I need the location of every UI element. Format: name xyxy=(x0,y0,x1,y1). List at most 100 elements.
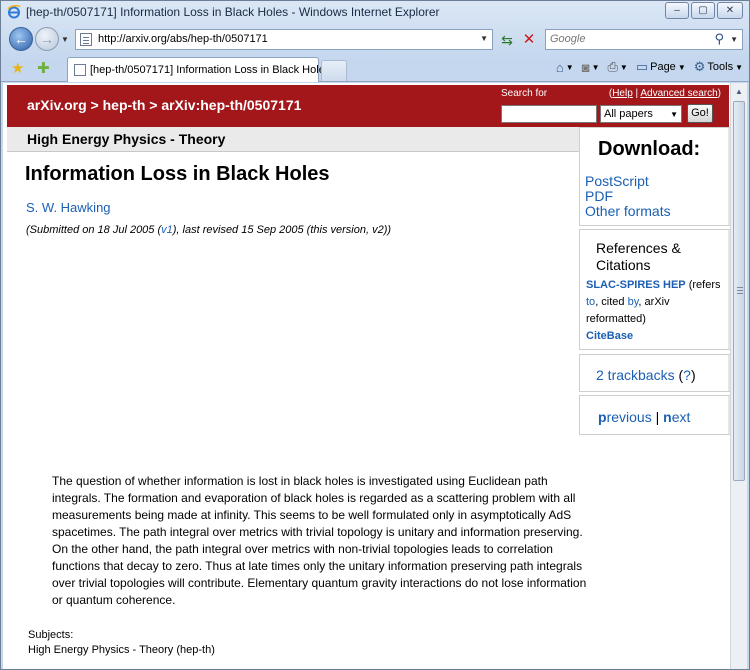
references-box: References & Citations SLAC-SPIRES HEP (… xyxy=(579,229,731,350)
browser-window: [hep-th/0507171] Information Loss in Bla… xyxy=(0,0,750,670)
submission-history: (Submitted on 18 Jul 2005 (v1), last rev… xyxy=(26,224,391,236)
rss-feed-icon: ◙ xyxy=(581,59,590,75)
trackbacks-box: 2 trackbacks (?) xyxy=(579,354,731,392)
address-input[interactable]: http://arxiv.org/abs/hep-th/0507171 xyxy=(98,33,268,45)
recent-pages-dropdown[interactable]: ▼ xyxy=(61,35,69,44)
home-button[interactable]: ⌂ ▼ xyxy=(556,60,574,75)
page-menu-label: Page xyxy=(650,61,676,73)
tab-row: ★ ✚ [hep-th/0507171] Information Loss in… xyxy=(1,55,749,82)
subject-bar: High Energy Physics - Theory xyxy=(7,127,579,152)
cited-text: , cited xyxy=(595,296,625,308)
chevron-down-icon: ▼ xyxy=(670,110,678,119)
breadcrumb[interactable]: arXiv.org > hep-th > arXiv:hep-th/050717… xyxy=(27,97,301,113)
trackbacks-link[interactable]: 2 trackbacks xyxy=(596,367,675,383)
address-row: ← → ▼ http://arxiv.org/abs/hep-th/050717… xyxy=(1,25,749,53)
page-icon xyxy=(80,33,92,46)
subject-heading: High Energy Physics - Theory xyxy=(27,131,226,147)
subjects-value: High Energy Physics - Theory (hep-th) xyxy=(28,644,215,656)
chevron-down-icon: ▼ xyxy=(677,62,686,72)
chevron-down-icon: ▼ xyxy=(619,62,628,72)
vertical-scrollbar[interactable]: ▲ xyxy=(730,83,747,669)
search-scope-value: All papers xyxy=(604,108,653,120)
next-accesskey: n xyxy=(663,409,672,425)
forward-arrow-icon: → xyxy=(40,31,54,47)
refers-to-link[interactable]: to xyxy=(586,296,595,308)
tools-menu-label: Tools xyxy=(707,61,734,73)
refers-text: (refers xyxy=(688,279,721,291)
other-formats-link[interactable]: Other formats xyxy=(585,203,671,219)
search-box[interactable]: Google ⚲ ▼ xyxy=(545,29,743,50)
minimize-button[interactable]: – xyxy=(665,2,689,19)
page-icon: ▭ xyxy=(635,59,649,74)
chevron-down-icon: ▼ xyxy=(591,62,600,72)
download-heading: Download: xyxy=(598,138,701,160)
author-link[interactable]: S. W. Hawking xyxy=(26,200,111,215)
feeds-button[interactable]: ◙ ▼ xyxy=(582,60,600,75)
citebase-link[interactable]: CiteBase xyxy=(586,330,633,342)
printer-icon: ⎙ xyxy=(607,59,618,74)
trackbacks-line: 2 trackbacks (?) xyxy=(596,367,696,383)
grip-icon xyxy=(737,287,743,288)
help-links: (Help | Advanced search) xyxy=(608,88,721,99)
chevron-down-icon: ▼ xyxy=(565,62,574,72)
tools-menu-button[interactable]: ⚙ Tools ▼ xyxy=(694,59,743,75)
window-title: [hep-th/0507171] Information Loss in Bla… xyxy=(26,5,440,19)
submitted-suffix: ), last revised 15 Sep 2005 (this versio… xyxy=(172,224,392,236)
previous-accesskey: p xyxy=(598,409,607,425)
stop-button[interactable]: ✕ xyxy=(519,30,539,50)
scroll-up-icon[interactable]: ▲ xyxy=(732,84,746,100)
prev-next-line: previous | next xyxy=(598,409,690,425)
search-options-chevron-icon[interactable]: ▼ xyxy=(730,35,738,44)
back-arrow-icon: ← xyxy=(14,31,28,47)
next-label: ext xyxy=(671,409,691,425)
tab-active[interactable]: [hep-th/0507171] Information Loss in Bla… xyxy=(67,57,330,82)
print-button[interactable]: ⎙ ▼ xyxy=(607,59,627,75)
slac-spires-link[interactable]: SLAC-SPIRES HEP xyxy=(586,279,686,291)
help-link[interactable]: Help xyxy=(612,88,633,99)
home-icon: ⌂ xyxy=(555,59,564,75)
prev-next-box: previous | next xyxy=(579,395,731,435)
subjects-label: Subjects: xyxy=(28,629,74,641)
close-button[interactable]: ✕ xyxy=(717,2,743,19)
search-for-label: Search for xyxy=(501,88,548,99)
chevron-down-icon: ▼ xyxy=(735,62,743,72)
page-menu-button[interactable]: ▭ Page ▼ xyxy=(636,59,686,75)
pdf-link[interactable]: PDF xyxy=(585,188,613,204)
previous-label: revious xyxy=(606,409,652,425)
forward-button[interactable]: → xyxy=(35,27,59,51)
chevron-down-icon[interactable]: ▼ xyxy=(480,34,488,43)
refresh-icon: ⇆ xyxy=(501,32,513,48)
search-icon[interactable]: ⚲ xyxy=(714,31,724,47)
gear-icon: ⚙ xyxy=(693,59,706,74)
address-bar[interactable]: http://arxiv.org/abs/hep-th/0507171 ▼ xyxy=(75,29,493,50)
search-scope-select[interactable]: All papers ▼ xyxy=(600,105,682,123)
back-button[interactable]: ← xyxy=(9,27,33,51)
favorites-star-icon[interactable]: ★ xyxy=(11,59,24,77)
title-bar: [hep-th/0507171] Information Loss in Bla… xyxy=(1,1,749,23)
references-body: SLAC-SPIRES HEP (refers to, cited by, ar… xyxy=(586,277,726,345)
submitted-prefix: (Submitted on 18 Jul 2005 ( xyxy=(26,224,162,236)
previous-link[interactable]: previous xyxy=(598,409,652,425)
stop-icon: ✕ xyxy=(522,31,536,48)
arxiv-search-input[interactable] xyxy=(501,105,597,123)
arxiv-header: arXiv.org > hep-th > arXiv:hep-th/050717… xyxy=(7,85,729,127)
version-v1-link[interactable]: v1 xyxy=(161,224,173,236)
postscript-link[interactable]: PostScript xyxy=(585,173,649,189)
abstract: The question of whether information is l… xyxy=(52,474,587,607)
add-favorites-icon[interactable]: ✚ xyxy=(37,59,50,77)
go-button[interactable]: Go! xyxy=(687,104,713,123)
download-box: Download: PostScript PDF Other formats xyxy=(579,127,731,226)
new-tab-button[interactable] xyxy=(321,60,347,81)
next-link[interactable]: next xyxy=(663,409,690,425)
trackback-help-link[interactable]: ? xyxy=(683,367,691,383)
command-bar: ⌂ ▼ ◙ ▼ ⎙ ▼ ▭ Page ▼ ⚙ Tools ▼ xyxy=(556,59,743,75)
search-input[interactable]: Google xyxy=(550,33,585,45)
maximize-button[interactable]: ▢ xyxy=(691,2,715,19)
refresh-button[interactable]: ⇆ xyxy=(497,30,517,50)
references-heading: References & Citations xyxy=(596,240,681,273)
tab-page-icon xyxy=(74,64,86,76)
advanced-search-link[interactable]: Advanced search xyxy=(640,88,717,99)
ie-logo-icon xyxy=(7,5,21,19)
cited-by-link[interactable]: by xyxy=(628,296,639,308)
scroll-thumb[interactable] xyxy=(733,101,745,481)
